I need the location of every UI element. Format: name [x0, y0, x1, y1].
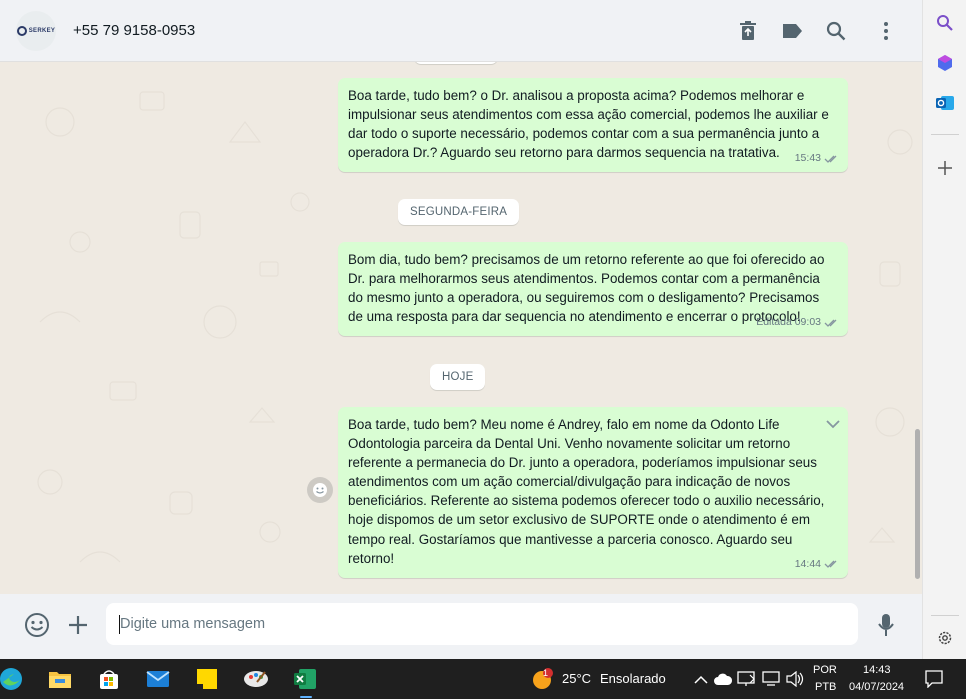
message-text: Boa tarde, tudo bem? Meu nome é Andrey, … [348, 417, 825, 566]
weather-icon[interactable] [527, 664, 557, 694]
message-text: Boa tarde, tudo bem? o Dr. analisou a pr… [348, 88, 829, 161]
clock-time[interactable]: 14:43 [863, 664, 891, 676]
edge-app-icon[interactable] [0, 664, 26, 694]
chat-scrollbar[interactable] [912, 62, 922, 594]
message-meta: 14:44 [795, 555, 840, 574]
logo-mark-icon [16, 26, 27, 36]
sidebar-search-icon[interactable] [934, 12, 956, 34]
lang-bottom[interactable]: PTB [815, 681, 836, 693]
mail-icon[interactable] [143, 664, 173, 694]
menu-icon[interactable] [874, 19, 898, 43]
weather-badge: 1 [543, 668, 549, 678]
contact-name[interactable]: +55 79 9158-0953 [73, 22, 195, 39]
sidebar-divider [931, 134, 959, 135]
avatar[interactable]: SERKEY [16, 11, 56, 51]
chat-header: SERKEY +55 79 9158-0953 [0, 0, 922, 62]
react-emoji-icon[interactable] [307, 477, 333, 503]
taskbar: 1 25°C Ensolarado POR PTB 14:43 04/07/20… [0, 659, 966, 699]
scrollbar-thumb[interactable] [915, 429, 920, 579]
lang-top[interactable]: POR [813, 664, 837, 676]
mic-icon[interactable] [872, 611, 900, 639]
paint-icon[interactable] [241, 664, 271, 694]
double-check-icon [824, 319, 837, 327]
browser-sidebar [922, 0, 966, 659]
message-bubble[interactable]: Bom dia, tudo bem? precisamos de um reto… [338, 242, 848, 337]
day-chip-partial [414, 62, 498, 64]
day-chip-segunda: SEGUNDA-FEIRA [398, 199, 520, 225]
double-check-icon [824, 560, 837, 569]
composer-bar [0, 594, 922, 659]
gear-icon[interactable] [934, 627, 956, 649]
emoji-icon[interactable] [23, 611, 51, 639]
file-explorer-icon[interactable] [45, 664, 75, 694]
message-time: 14:44 [794, 557, 821, 570]
label-icon[interactable] [780, 19, 804, 43]
notifications-icon[interactable] [919, 664, 949, 694]
weather-text[interactable]: Ensolarado [600, 671, 666, 686]
store-icon[interactable] [94, 664, 124, 694]
message-bubble[interactable]: Boa tarde, tudo bem? Meu nome é Andrey, … [338, 407, 848, 578]
chevron-down-icon[interactable] [826, 415, 840, 434]
message-time: 15:43 [794, 152, 821, 165]
message-time: Editada 09:03 [756, 316, 821, 329]
outlook-icon[interactable] [934, 92, 956, 114]
excel-icon[interactable] [290, 664, 320, 694]
delete-icon[interactable] [736, 19, 760, 43]
chat-area[interactable]: Boa tarde, tudo bem? o Dr. analisou a pr… [0, 62, 922, 594]
weather-temp[interactable]: 25°C [562, 671, 591, 686]
volume-icon[interactable] [780, 664, 810, 694]
message-meta: Editada 09:03 [756, 313, 840, 332]
text-caret [119, 615, 120, 634]
sidebar-divider [931, 615, 959, 616]
copilot-icon[interactable] [934, 52, 956, 74]
message-bubble[interactable]: Boa tarde, tudo bem? o Dr. analisou a pr… [338, 78, 848, 173]
search-icon[interactable] [824, 19, 848, 43]
add-icon[interactable] [934, 157, 956, 179]
sticky-notes-icon[interactable] [192, 664, 222, 694]
double-check-icon [824, 155, 837, 163]
message-input[interactable] [106, 603, 858, 645]
attach-icon[interactable] [64, 611, 92, 639]
active-app-indicator [300, 696, 312, 698]
avatar-logo-text: SERKEY [28, 28, 56, 34]
message-meta: 15:43 [795, 149, 840, 168]
clock-date[interactable]: 04/07/2024 [849, 681, 904, 693]
day-chip-hoje: HOJE [430, 364, 486, 390]
